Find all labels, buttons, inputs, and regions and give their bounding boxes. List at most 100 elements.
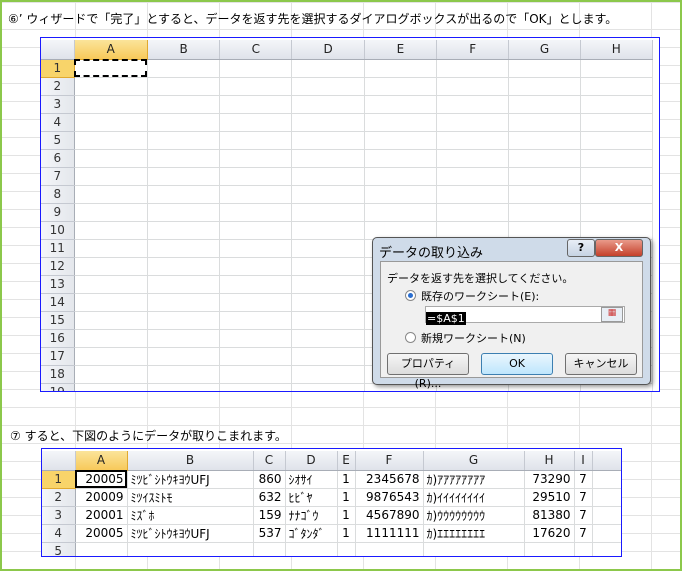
cell-D9[interactable]: [291, 203, 365, 222]
row-header[interactable]: 7: [41, 167, 75, 186]
cell-G5[interactable]: [508, 131, 581, 150]
cell-E6[interactable]: [364, 149, 438, 168]
cell-C14[interactable]: [219, 293, 293, 312]
cell-D15[interactable]: [291, 311, 365, 330]
cell-blank[interactable]: [592, 542, 621, 556]
cell-F2[interactable]: [436, 77, 510, 96]
cell-E2[interactable]: 1: [337, 488, 356, 507]
cell-H3[interactable]: [580, 95, 654, 114]
cell-B11[interactable]: [147, 239, 221, 258]
column-header-I[interactable]: I: [574, 451, 593, 471]
cell-C16[interactable]: [219, 329, 293, 348]
row-header[interactable]: 17: [41, 347, 75, 366]
cell-D10[interactable]: [291, 221, 365, 240]
cell-G1[interactable]: ｶ)ｱｱｱｱｱｱｱｱ: [423, 470, 525, 489]
row-header[interactable]: 4: [41, 113, 75, 132]
column-header-E[interactable]: E: [364, 40, 438, 60]
row-header[interactable]: 16: [41, 329, 75, 348]
cell-H4[interactable]: 17620: [524, 524, 575, 543]
cell-B13[interactable]: [147, 275, 221, 294]
cell-B1[interactable]: [147, 59, 221, 78]
column-header-D[interactable]: D: [291, 40, 365, 60]
cell-B3[interactable]: ﾐｽﾞﾎ: [127, 506, 254, 525]
column-header-C[interactable]: C: [219, 40, 293, 60]
cell-B2[interactable]: [147, 77, 221, 96]
cell-E8[interactable]: [364, 185, 438, 204]
cell-C10[interactable]: [219, 221, 293, 240]
row-header[interactable]: 5: [41, 131, 75, 150]
cell-E7[interactable]: [364, 167, 438, 186]
cell-A10[interactable]: [74, 221, 148, 240]
row-header[interactable]: 14: [41, 293, 75, 312]
column-header-B[interactable]: B: [147, 40, 221, 60]
cell-B18[interactable]: [147, 365, 221, 384]
cell-D1[interactable]: [291, 59, 365, 78]
cell-C11[interactable]: [219, 239, 293, 258]
cell-G2[interactable]: [508, 77, 581, 96]
cell-G3[interactable]: [508, 95, 581, 114]
cell-A12[interactable]: [74, 257, 148, 276]
cell-G4[interactable]: ｶ)ｴｴｴｴｴｴｴｴ: [423, 524, 525, 543]
cell-D16[interactable]: [291, 329, 365, 348]
cell-F2[interactable]: 9876543: [355, 488, 424, 507]
cell-A2[interactable]: 20009: [75, 488, 128, 507]
cell-A4[interactable]: 20005: [75, 524, 128, 543]
cell-H8[interactable]: [580, 185, 654, 204]
cell-C3[interactable]: 159: [253, 506, 286, 525]
cell-A15[interactable]: [74, 311, 148, 330]
cell-D7[interactable]: [291, 167, 365, 186]
cell-B14[interactable]: [147, 293, 221, 312]
row-header[interactable]: 9: [41, 203, 75, 222]
cell-A9[interactable]: [74, 203, 148, 222]
cell-D2[interactable]: [291, 77, 365, 96]
select-all-corner[interactable]: [41, 40, 75, 60]
row-header[interactable]: 15: [41, 311, 75, 330]
cell-A16[interactable]: [74, 329, 148, 348]
row-header[interactable]: 10: [41, 221, 75, 240]
cell-C1[interactable]: [219, 59, 293, 78]
new-sheet-label[interactable]: 新規ワークシート(N): [421, 330, 526, 346]
cell-D13[interactable]: [291, 275, 365, 294]
cell-C13[interactable]: [219, 275, 293, 294]
row-header[interactable]: 5: [42, 542, 76, 556]
cell-H4[interactable]: [580, 113, 654, 132]
cell-A19[interactable]: [74, 383, 148, 391]
cell-B9[interactable]: [147, 203, 221, 222]
cell-D5[interactable]: [291, 131, 365, 150]
cell-D8[interactable]: [291, 185, 365, 204]
cell-E1[interactable]: 1: [337, 470, 356, 489]
row-header[interactable]: 3: [42, 506, 76, 525]
cell-E3[interactable]: [364, 95, 438, 114]
cell-F4[interactable]: 1111111: [355, 524, 424, 543]
existing-sheet-label[interactable]: 既存のワークシート(E):: [421, 288, 539, 304]
cell-H1[interactable]: 73290: [524, 470, 575, 489]
cell-C3[interactable]: [219, 95, 293, 114]
cell-F8[interactable]: [436, 185, 510, 204]
cell-G8[interactable]: [508, 185, 581, 204]
row-header[interactable]: 1: [41, 59, 75, 78]
cell-F9[interactable]: [436, 203, 510, 222]
cell-A5[interactable]: [75, 542, 128, 556]
cell-A2[interactable]: [74, 77, 148, 96]
cell-I2[interactable]: 7: [574, 488, 593, 507]
cell-I5[interactable]: [574, 542, 593, 556]
cell-A18[interactable]: [74, 365, 148, 384]
select-all-corner[interactable]: [42, 451, 76, 471]
cell-C4[interactable]: 537: [253, 524, 286, 543]
column-header-H[interactable]: H: [580, 40, 654, 60]
cell-G3[interactable]: ｶ)ｳｳｳｳｳｳｳｳ: [423, 506, 525, 525]
cell-A14[interactable]: [74, 293, 148, 312]
cell-C5[interactable]: [253, 542, 286, 556]
cell-F5[interactable]: [355, 542, 424, 556]
cell-B10[interactable]: [147, 221, 221, 240]
cell-B1[interactable]: ﾐﾂﾋﾞｼﾄｳｷﾖｳUFJ: [127, 470, 254, 489]
cell-B3[interactable]: [147, 95, 221, 114]
cell-F1[interactable]: 2345678: [355, 470, 424, 489]
cell-A4[interactable]: [74, 113, 148, 132]
cell-H2[interactable]: 29510: [524, 488, 575, 507]
cell-A6[interactable]: [74, 149, 148, 168]
cell-C6[interactable]: [219, 149, 293, 168]
cell-D17[interactable]: [291, 347, 365, 366]
cell-F5[interactable]: [436, 131, 510, 150]
cell-B2[interactable]: ﾐﾂｲｽﾐﾄﾓ: [127, 488, 254, 507]
